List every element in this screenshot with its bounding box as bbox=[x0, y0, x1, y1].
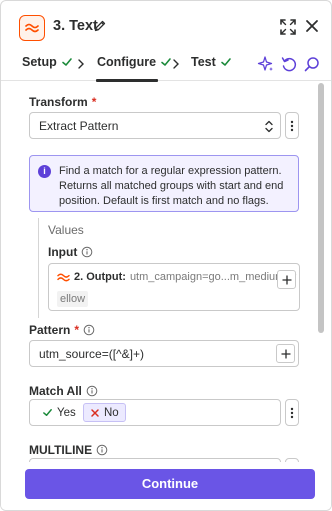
transform-more-button[interactable] bbox=[285, 112, 299, 139]
check-icon bbox=[43, 409, 52, 416]
configure-form[interactable]: Transform * Extract Pattern i Find a mat… bbox=[19, 82, 315, 462]
scrollbar-thumb[interactable] bbox=[318, 83, 324, 333]
mapped-value-overflow: ellow bbox=[57, 291, 89, 307]
sparkle-icon[interactable] bbox=[257, 55, 275, 73]
check-icon bbox=[161, 58, 171, 66]
plus-icon bbox=[280, 348, 291, 359]
panel-footer: Continue bbox=[1, 462, 331, 510]
step-title: 3. Text bbox=[53, 18, 98, 34]
check-icon bbox=[220, 58, 231, 66]
match-all-toggle: Yes No bbox=[29, 399, 281, 426]
tab-configure-label: Configure bbox=[97, 55, 157, 69]
info-circle-icon[interactable] bbox=[96, 444, 108, 456]
insert-data-button[interactable] bbox=[276, 344, 295, 363]
pencil-icon[interactable] bbox=[93, 19, 107, 33]
tab-test-label: Test bbox=[191, 55, 216, 69]
match-all-yes-option[interactable]: Yes bbox=[36, 403, 82, 422]
tab-configure[interactable]: Configure bbox=[97, 55, 172, 69]
values-title: Values bbox=[48, 223, 84, 237]
match-all-more-button[interactable] bbox=[285, 399, 299, 426]
mapped-value-pill[interactable]: 2. Output: utm_campaign=go...m_medium=y bbox=[57, 271, 296, 283]
insert-data-button[interactable] bbox=[277, 270, 296, 289]
continue-button[interactable]: Continue bbox=[25, 469, 315, 499]
transform-select[interactable]: Extract Pattern bbox=[29, 112, 281, 139]
text-formatter-icon bbox=[57, 273, 70, 281]
check-icon bbox=[61, 58, 72, 66]
match-all-no-option[interactable]: No bbox=[83, 403, 126, 422]
transform-info-callout: i Find a match for a regular expression … bbox=[29, 155, 299, 212]
required-marker: * bbox=[74, 323, 80, 337]
chevron-right-icon bbox=[173, 59, 179, 69]
tab-setup[interactable]: Setup bbox=[22, 55, 73, 69]
x-icon bbox=[91, 408, 99, 417]
panel-header: 3. Text bbox=[1, 1, 331, 49]
values-group: Values Input 2. Output: utm_campaign=go.… bbox=[38, 218, 300, 318]
info-circle-icon[interactable] bbox=[83, 324, 95, 336]
info-icon: i bbox=[38, 165, 51, 178]
transform-select-value: Extract Pattern bbox=[39, 119, 119, 133]
required-marker: * bbox=[91, 95, 97, 109]
tab-test[interactable]: Test bbox=[191, 55, 232, 69]
plus-icon bbox=[281, 274, 292, 285]
step-editor-panel: 3. Text Setup Configure Test Transform *… bbox=[0, 0, 332, 511]
input-label: Input bbox=[48, 245, 93, 259]
multiline-label: MULTILINE bbox=[29, 443, 108, 457]
input-field[interactable]: 2. Output: utm_campaign=go...m_medium=y … bbox=[48, 263, 300, 311]
undo-icon[interactable] bbox=[280, 55, 298, 73]
pattern-label: Pattern * bbox=[29, 323, 95, 337]
chevron-up-down-icon bbox=[265, 120, 273, 133]
mapped-step-name: 2. Output: bbox=[74, 271, 126, 283]
info-circle-icon[interactable] bbox=[86, 385, 98, 397]
text-formatter-icon bbox=[19, 15, 45, 41]
match-all-label: Match All bbox=[29, 384, 98, 398]
pattern-input[interactable]: utm_source=([^&]+) bbox=[29, 340, 299, 367]
search-icon[interactable] bbox=[303, 55, 321, 73]
kebab-icon bbox=[290, 407, 294, 418]
kebab-icon bbox=[290, 120, 294, 131]
close-icon[interactable] bbox=[304, 18, 320, 34]
mapped-value-preview: utm_campaign=go...m_medium=y bbox=[129, 271, 297, 283]
info-text: Find a match for a regular expression pa… bbox=[59, 165, 284, 207]
chevron-right-icon bbox=[78, 59, 84, 69]
expand-icon[interactable] bbox=[279, 18, 297, 36]
info-circle-icon[interactable] bbox=[81, 246, 93, 258]
transform-label: Transform * bbox=[29, 95, 97, 109]
pattern-value: utm_source=([^&]+) bbox=[39, 347, 145, 361]
tab-setup-label: Setup bbox=[22, 55, 57, 69]
